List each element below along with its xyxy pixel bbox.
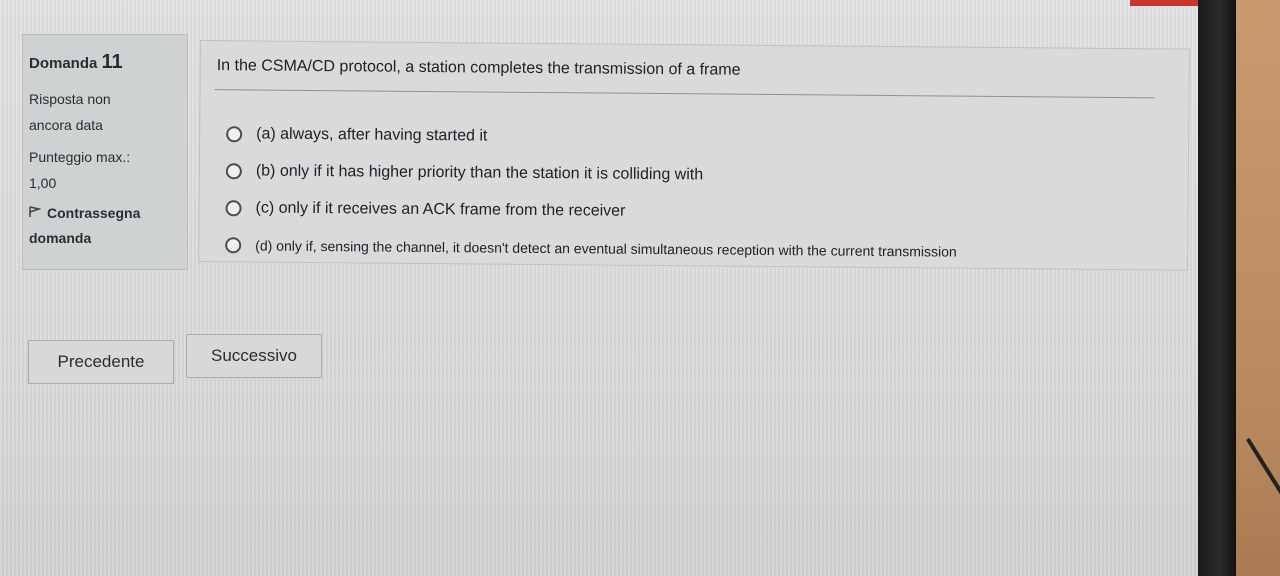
question-number: 11 bbox=[101, 51, 123, 73]
previous-button[interactable]: Precedente bbox=[28, 340, 174, 384]
monitor-bezel bbox=[1198, 0, 1236, 576]
flag-icon bbox=[29, 201, 47, 227]
question-panel: In the CSMA/CD protocol, a station compl… bbox=[198, 40, 1190, 271]
question-label: Domanda bbox=[29, 55, 98, 72]
max-points-value: 1,00 bbox=[29, 174, 57, 191]
max-points-label: Punteggio max.: bbox=[29, 148, 131, 165]
question-info-panel: Domanda 11 Risposta non ancora data Punt… bbox=[22, 34, 188, 270]
flag-label-line1: Contrassegna bbox=[47, 204, 141, 221]
question-divider bbox=[214, 89, 1155, 99]
radio-c[interactable] bbox=[225, 199, 242, 216]
option-a[interactable]: (a) always, after having started it bbox=[226, 115, 958, 158]
option-d[interactable]: (d) only if, sensing the channel, it doe… bbox=[225, 226, 957, 269]
answer-status: Risposta non ancora data bbox=[29, 87, 181, 139]
answer-status-line1: Risposta non bbox=[29, 91, 111, 107]
option-c-label[interactable]: (c) only if it receives an ACK frame fro… bbox=[255, 199, 625, 220]
flag-label-line2: domanda bbox=[29, 230, 92, 247]
option-b-label[interactable]: (b) only if it has higher priority than … bbox=[256, 162, 703, 184]
background-wall bbox=[1236, 0, 1280, 576]
question-number-line: Domanda 11 bbox=[29, 43, 181, 81]
answer-options: (a) always, after having started it (b) … bbox=[225, 115, 958, 269]
option-b[interactable]: (b) only if it has higher priority than … bbox=[225, 152, 958, 195]
option-d-label[interactable]: (d) only if, sensing the channel, it doe… bbox=[255, 237, 957, 259]
question-text: In the CSMA/CD protocol, a station compl… bbox=[216, 57, 741, 79]
browser-red-strip bbox=[1130, 0, 1200, 6]
radio-d[interactable] bbox=[225, 236, 242, 253]
max-points: Punteggio max.: 1,00 bbox=[29, 145, 181, 197]
radio-a[interactable] bbox=[226, 125, 243, 142]
option-c[interactable]: (c) only if it receives an ACK frame fro… bbox=[225, 189, 957, 232]
radio-b[interactable] bbox=[225, 162, 242, 179]
option-a-label[interactable]: (a) always, after having started it bbox=[256, 125, 487, 145]
next-button[interactable]: Successivo bbox=[186, 334, 322, 378]
answer-status-line2: ancora data bbox=[29, 116, 103, 133]
flag-question-link[interactable]: Contrassegna domanda bbox=[29, 201, 181, 253]
